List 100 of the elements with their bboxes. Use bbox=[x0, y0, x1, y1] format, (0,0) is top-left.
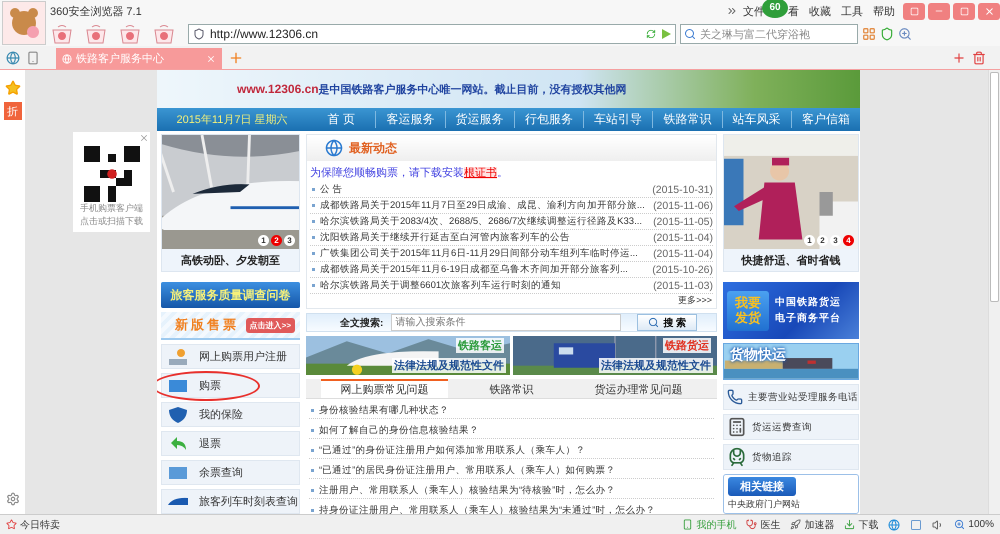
bullet-icon bbox=[311, 509, 314, 512]
service-link[interactable]: 货物追踪 bbox=[723, 444, 859, 470]
faq-tab[interactable]: 铁路常识 bbox=[448, 379, 575, 398]
faq-tab[interactable]: 网上购票常见问题 bbox=[321, 379, 448, 398]
zoom-icon[interactable] bbox=[898, 27, 912, 41]
search-input[interactable]: 请输入搜索条件 bbox=[391, 314, 622, 331]
trash-icon[interactable] bbox=[972, 51, 986, 65]
service-link[interactable]: 旅客列车时刻表查询 bbox=[161, 489, 300, 514]
banner-text: www.12306.cn是中国铁路客户服务中心唯一网站。截止目前，没有授权其他网 bbox=[237, 82, 627, 96]
globe-icon bbox=[325, 139, 343, 157]
service-link[interactable]: 主要营业站受理服务电话 bbox=[723, 384, 859, 410]
basket-icon bbox=[118, 24, 142, 44]
minimize-button[interactable] bbox=[928, 2, 950, 20]
star-icon bbox=[6, 519, 17, 530]
shield-icon[interactable] bbox=[880, 27, 894, 41]
nav-link[interactable]: 客运服务 bbox=[375, 111, 444, 128]
telephone-icon bbox=[727, 387, 743, 407]
news-item[interactable]: 广铁集团公司关于2015年11月6日-11月29日间部分动车组列车临时停运... (2015-11-04) bbox=[310, 246, 713, 262]
basket-icon bbox=[84, 24, 108, 44]
news-item[interactable]: 公 告 (2015-10-31) bbox=[310, 182, 713, 198]
bullet-icon bbox=[312, 188, 315, 191]
play-icon bbox=[661, 29, 671, 39]
basket-icon bbox=[50, 24, 74, 44]
faq-item[interactable]: 如何了解自己的身份信息核验结果？ bbox=[309, 423, 714, 439]
window-title: 360安全浏览器 7.1 bbox=[50, 4, 143, 18]
news-item[interactable]: 成都铁路局关于2015年11月7日至29日成渝、成昆、渝利方向加开部分旅... (2015-11-06) bbox=[310, 198, 713, 214]
calculator-icon bbox=[727, 417, 747, 437]
law-banner[interactable]: 铁路客运 法律法规及规范性文件 bbox=[306, 336, 510, 375]
nav-link[interactable]: 站车风采 bbox=[722, 111, 791, 128]
service-link[interactable]: 退票 bbox=[161, 431, 300, 456]
phone-icon[interactable] bbox=[26, 51, 40, 65]
nav-link[interactable]: 车站引导 bbox=[583, 111, 652, 128]
close-icon[interactable] bbox=[139, 133, 149, 143]
faq-tab[interactable]: 货运办理常见问题 bbox=[575, 379, 702, 398]
news-item[interactable]: 哈尔滨铁路局关于2083/4次、2688/5、2686/7次继续调整运行径路及K33... (2015-11-05) bbox=[310, 214, 713, 230]
news-item[interactable]: 哈尔滨铁路局关于调整6601次旅客列车运行时刻的通知 (2015-11-03) bbox=[310, 278, 713, 294]
nav-link[interactable]: 铁路常识 bbox=[652, 111, 722, 128]
star-icon[interactable] bbox=[4, 80, 20, 96]
close-button[interactable] bbox=[978, 2, 1000, 20]
link[interactable]: 中央政府门户网站 bbox=[728, 498, 854, 511]
bullet-icon bbox=[312, 220, 315, 223]
news-item[interactable]: 沈阳铁路局关于继续开行延吉至白河管内旅客列车的公告 (2015-11-04) bbox=[310, 230, 713, 246]
status-item[interactable]: 医生 bbox=[746, 518, 780, 532]
bullet-icon bbox=[312, 204, 315, 207]
bullet-icon bbox=[312, 268, 315, 271]
more-link[interactable]: 更多>>> bbox=[307, 294, 716, 308]
search-field[interactable]: 关之琳与富二代穿浴袍 bbox=[680, 24, 858, 44]
service-link[interactable]: 网上购票用户注册 bbox=[161, 344, 300, 369]
faq-item[interactable]: 注册用户、常用联系人（乘车人）核验结果为“待核验”时，怎么办？ bbox=[309, 483, 714, 499]
faq-item[interactable]: 身份核验结果有哪几种状态？ bbox=[309, 403, 714, 419]
ad-text: 点击或扫描下载 bbox=[80, 215, 143, 228]
nav-link[interactable]: 客户信箱 bbox=[790, 111, 860, 128]
close-icon[interactable] bbox=[206, 54, 216, 64]
nav-link[interactable]: 首 页 bbox=[307, 111, 376, 128]
service-link[interactable]: 我的保险 bbox=[161, 402, 300, 427]
service-link[interactable]: 货运运费查询 bbox=[723, 414, 859, 440]
notice-text: 为保障您顺畅购票，请下载安装根证书。 bbox=[309, 166, 509, 181]
zoom-level[interactable]: 100% bbox=[954, 519, 994, 530]
certificate-link[interactable]: 根证书 bbox=[464, 167, 497, 179]
deals-link[interactable]: 今日特卖 bbox=[6, 518, 60, 532]
photo-caption: 高铁动卧、夕发朝至 bbox=[180, 254, 281, 268]
maximize-button[interactable] bbox=[953, 2, 975, 20]
qr-code-icon bbox=[84, 146, 140, 202]
nav-link[interactable]: 行包服务 bbox=[514, 111, 583, 128]
faq-item[interactable]: “已通过”的身份证注册用户如何添加常用联系人（乘车人）？ bbox=[309, 443, 714, 459]
add-icon[interactable] bbox=[952, 51, 966, 65]
chevron-icon bbox=[726, 5, 738, 17]
menu-item[interactable]: 收藏 bbox=[809, 4, 831, 18]
scroll-thumb[interactable] bbox=[990, 72, 999, 302]
globe-icon bbox=[62, 54, 72, 64]
search-icon bbox=[648, 317, 660, 328]
phone-icon bbox=[682, 519, 694, 530]
menu-item[interactable]: 工具 bbox=[841, 4, 863, 18]
apps-icon[interactable] bbox=[862, 27, 876, 41]
nav-link[interactable]: 货运服务 bbox=[444, 111, 514, 128]
freight-banner[interactable]: 我要 发货 中国铁路货运 电子商务平台 bbox=[723, 282, 859, 340]
bullet-icon bbox=[312, 284, 315, 287]
menu-item[interactable]: 看 bbox=[788, 4, 799, 18]
law-banner[interactable]: 铁路货运 法律法规及规范性文件 bbox=[513, 336, 717, 375]
search-icon bbox=[684, 28, 696, 40]
menu-item[interactable]: 帮助 bbox=[873, 4, 895, 18]
address-field[interactable]: http://www.12306.cn bbox=[188, 24, 676, 44]
faq-item[interactable]: “已通过”的居民身份证注册用户、常用联系人（乘车人）如何购票？ bbox=[309, 463, 714, 479]
ad-text: 手机购票客户端 bbox=[80, 202, 143, 215]
bullet-icon bbox=[312, 252, 315, 255]
service-link[interactable]: 余票查询 bbox=[161, 460, 300, 485]
new-tab-icon[interactable] bbox=[228, 50, 244, 66]
zoom-icon bbox=[954, 519, 966, 530]
browser-icon[interactable] bbox=[888, 518, 900, 530]
settings-icon[interactable] bbox=[6, 492, 20, 506]
photo-caption: 快捷舒适、省时省钱 bbox=[740, 254, 842, 268]
news-item[interactable]: 成都铁路局关于2015年11月6-19日成都至乌鲁木齐间加开部分旅客列... (2015-10-26) bbox=[310, 262, 713, 278]
locomotive-icon bbox=[727, 447, 747, 467]
search-button[interactable]: 搜 索 bbox=[637, 314, 698, 331]
status-item[interactable]: 加速器 bbox=[790, 518, 834, 532]
window-icon[interactable] bbox=[910, 518, 922, 530]
enter-button[interactable]: 点击进入>> bbox=[246, 318, 295, 332]
survey-banner[interactable]: 旅客服务质量调查问卷 bbox=[161, 282, 300, 308]
skin-button[interactable] bbox=[903, 2, 925, 20]
status-item[interactable]: 下载 bbox=[844, 518, 878, 532]
